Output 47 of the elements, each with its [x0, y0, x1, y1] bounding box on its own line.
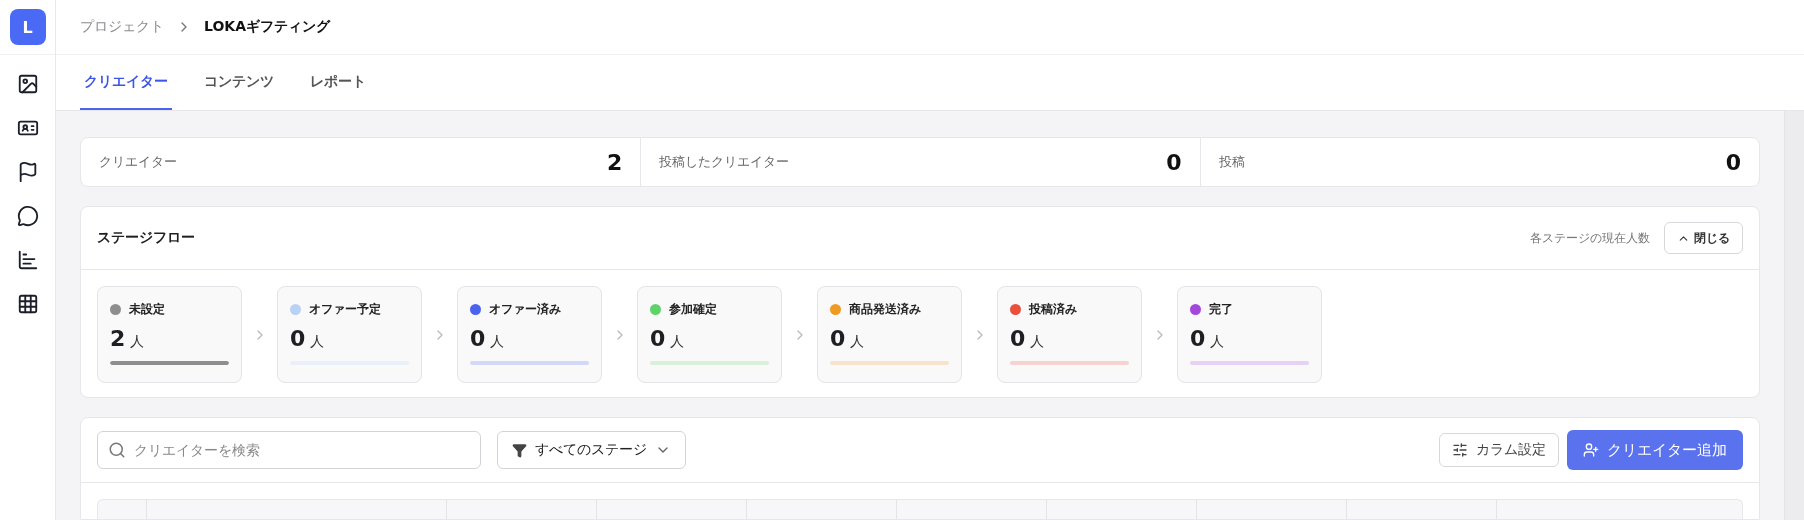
grid-icon[interactable]: [16, 293, 39, 315]
stat-value: 2: [607, 149, 623, 175]
add-creator-button[interactable]: クリエイター追加: [1567, 430, 1743, 470]
image-icon[interactable]: [16, 73, 39, 95]
tab[interactable]: レポート: [306, 55, 370, 110]
scrollbar[interactable]: [1784, 111, 1804, 520]
filter-icon: [512, 442, 527, 458]
stage-unit: 人: [1030, 333, 1045, 351]
stage-unit: 人: [310, 333, 325, 351]
stat-label: 投稿: [1218, 153, 1245, 171]
search-field[interactable]: クリエイターを検索: [97, 431, 481, 469]
tab[interactable]: コンテンツ: [200, 55, 278, 110]
stage-name: 未設定: [129, 301, 165, 318]
stage-count: 0: [470, 326, 486, 351]
breadcrumb-item[interactable]: プロジェクト: [80, 18, 164, 36]
stage-count: 0: [650, 326, 666, 351]
speech-bubble-icon[interactable]: [16, 205, 39, 227]
stat-label: クリエイター: [99, 153, 177, 171]
sliders-icon: [1452, 442, 1468, 458]
stage-name: 参加確定: [669, 301, 717, 318]
column-settings-button[interactable]: カラム設定: [1439, 433, 1559, 467]
stage-count: 0: [830, 326, 846, 351]
user-plus-icon: [1583, 442, 1599, 458]
stage-name: オファー予定: [309, 301, 381, 318]
panel-note: 各ステージの現在人数: [1530, 229, 1650, 247]
stat-value: 0: [1166, 149, 1182, 175]
stage-unit: 人: [1210, 333, 1225, 351]
stage-name: 投稿済み: [1029, 301, 1077, 318]
breadcrumb-item: LOKAギフティング: [204, 18, 330, 36]
stat-label: 投稿したクリエイター: [659, 153, 790, 171]
stage-count: 2: [110, 326, 126, 351]
stage-unit: 人: [490, 333, 505, 351]
stage-name: 商品発送済み: [849, 301, 921, 318]
stage-count: 0: [1190, 326, 1206, 351]
stage-name: オファー済み: [489, 301, 561, 318]
stage-unit: 人: [670, 333, 685, 351]
logo[interactable]: L: [9, 9, 46, 45]
stage-name: 完了: [1209, 301, 1233, 318]
panel-title: ステージフロー: [97, 229, 195, 247]
stage-unit: 人: [850, 333, 865, 351]
stat-value: 0: [1725, 149, 1741, 175]
stage-unit: 人: [130, 333, 145, 351]
stage-count: 0: [1010, 326, 1026, 351]
stage-filter-dropdown[interactable]: すべてのステージ: [497, 431, 686, 469]
bar-chart-icon[interactable]: [16, 249, 39, 271]
stage-count: 0: [290, 326, 306, 351]
collapse-button[interactable]: 閉じる: [1664, 222, 1743, 254]
